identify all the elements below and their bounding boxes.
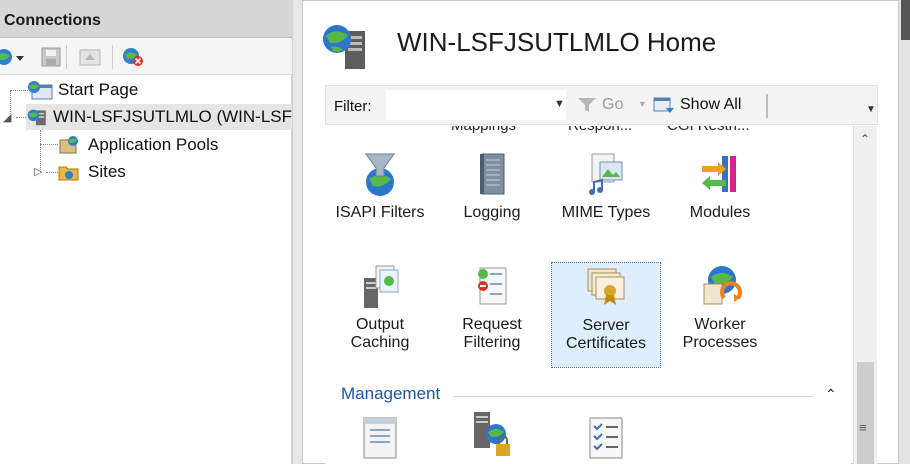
filter-bar: Filter: ▼ Go ▼ Show All ▼: [325, 85, 878, 125]
scroll-up-icon[interactable]: ⌃: [860, 132, 870, 146]
actions-pane-edge: [899, 0, 910, 464]
tree-item-application-pools[interactable]: Application Pools: [56, 132, 218, 158]
toolbar-overflow-icon[interactable]: ▼: [866, 104, 876, 115]
feature-label: Filtering: [463, 334, 521, 351]
connect-icon[interactable]: [0, 47, 28, 67]
feature-mime-types[interactable]: MIME Types: [551, 152, 661, 222]
feature-label: Request: [462, 316, 522, 333]
group-label: Management: [341, 384, 441, 403]
features-scrollbar[interactable]: ⌃ ≡: [853, 126, 877, 464]
tree-item-sites[interactable]: Sites: [56, 159, 126, 185]
feature-label: Worker: [694, 316, 746, 333]
tree-item-label: WIN-LSFJSUTLMLO (WIN-LSF: [53, 107, 292, 126]
isapi-filters-icon: [365, 153, 395, 196]
output-caching-icon: [364, 265, 399, 308]
worker-processes-icon: [703, 266, 742, 305]
feature-label: Output: [355, 316, 405, 333]
home-content-pane: WIN-LSFJSUTLMLO Home Filter: ▼ Go ▼ Show…: [302, 0, 899, 464]
mime-types-icon: [589, 153, 623, 195]
go-button[interactable]: Go: [576, 96, 623, 114]
feature-output-caching[interactable]: Output Caching: [325, 264, 435, 352]
collapse-arrow-icon[interactable]: ◢: [3, 111, 11, 124]
modules-icon: [702, 156, 736, 192]
group-divider: [453, 396, 813, 397]
page-title: WIN-LSFJSUTLMLO Home: [397, 27, 717, 57]
feature-configuration-editor[interactable]: [325, 416, 435, 464]
feature-delegation-icon: [474, 412, 510, 456]
feature-label: Server: [582, 317, 630, 334]
collapse-caret-icon[interactable]: ⌃: [825, 386, 837, 403]
feature-server-certificates[interactable]: Server Certificates: [551, 262, 661, 368]
group-header-management[interactable]: Management ⌃: [341, 384, 841, 406]
scroll-grip-icon: ≡: [859, 420, 867, 435]
feature-shared-configuration[interactable]: [551, 416, 661, 464]
feature-worker-processes[interactable]: Worker Processes: [665, 264, 775, 352]
connections-pane: Connections Start Page ◢ WIN-LSFJSUTLMLO…: [0, 0, 292, 464]
application-pools-icon: [59, 136, 78, 154]
show-all-label: Show All: [680, 96, 742, 113]
feature-logging[interactable]: Logging: [437, 152, 547, 222]
disconnect-icon[interactable]: [120, 47, 146, 67]
feature-label-cutoff: Respon...: [568, 126, 632, 134]
tree-item-server[interactable]: WIN-LSFJSUTLMLO (WIN-LSF: [26, 104, 292, 130]
feature-label: Processes: [682, 334, 758, 351]
pane-splitter[interactable]: [292, 0, 302, 464]
toolbar-separator: [112, 45, 113, 69]
start-page-icon: [28, 81, 53, 100]
feature-label-cutoff: CGI Restri...: [667, 126, 750, 134]
connections-toolbar: [0, 39, 292, 75]
go-label: Go: [602, 96, 624, 113]
funnel-icon: [578, 98, 596, 112]
server-icon: [27, 109, 46, 126]
tree-item-label: Start Page: [58, 80, 139, 99]
feature-label-cutoff: Mappings: [451, 126, 516, 134]
show-all-icon: [653, 97, 674, 113]
feature-modules[interactable]: Modules: [665, 152, 775, 222]
server-certificates-icon: [587, 268, 625, 305]
feature-label: Modules: [689, 204, 751, 221]
shared-configuration-icon: [589, 417, 623, 459]
go-dropdown-arrow-icon[interactable]: ▼: [638, 99, 647, 109]
configuration-editor-icon: [363, 417, 397, 459]
feature-label: Logging: [463, 204, 521, 221]
scroll-thumb[interactable]: [857, 362, 874, 464]
filter-input[interactable]: [386, 90, 566, 120]
filter-dropdown-arrow-icon[interactable]: ▼: [554, 98, 565, 110]
actions-pane-tab[interactable]: [901, 0, 910, 40]
features-view: Mappings Respon... CGI Restri... ISAPI F…: [325, 126, 851, 464]
connections-header: Connections: [0, 0, 292, 38]
save-icon[interactable]: [40, 47, 62, 67]
show-all-button[interactable]: Show All: [652, 95, 741, 115]
filter-separator: [766, 94, 768, 118]
feature-request-filtering[interactable]: Request Filtering: [437, 264, 547, 352]
feature-label: Caching: [350, 334, 410, 351]
tree-item-start-page[interactable]: Start Page: [26, 77, 138, 103]
tree-item-label: Application Pools: [88, 135, 219, 154]
filter-label: Filter:: [334, 98, 372, 115]
server-globe-icon: [321, 23, 377, 78]
sites-icon: [58, 166, 79, 181]
up-level-icon[interactable]: [78, 47, 102, 67]
feature-label: MIME Types: [561, 204, 651, 221]
toolbar-separator: [66, 45, 67, 69]
feature-label: ISAPI Filters: [335, 204, 425, 221]
expand-arrow-icon[interactable]: ▷: [34, 165, 42, 178]
feature-label: Certificates: [565, 335, 647, 352]
tree-item-label: Sites: [88, 162, 126, 181]
feature-feature-delegation[interactable]: [437, 410, 547, 464]
feature-isapi-filters[interactable]: ISAPI Filters: [325, 152, 435, 222]
request-filtering-icon: [478, 267, 507, 305]
logging-icon: [480, 153, 505, 195]
